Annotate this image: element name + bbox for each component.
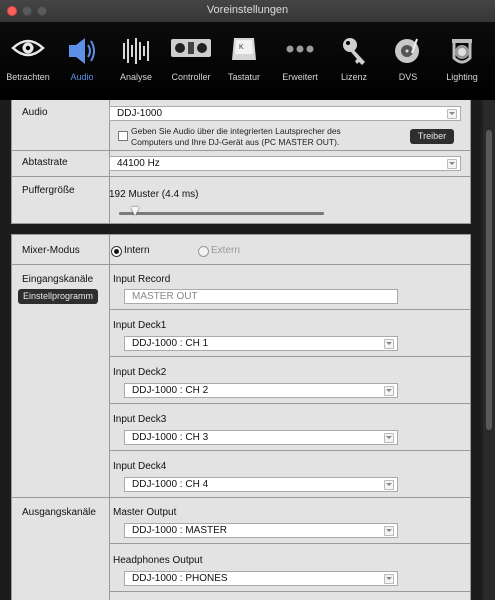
- buffer-size-value: 192 Muster (4.4 ms): [109, 189, 199, 200]
- keyboard-key-icon: K: [224, 36, 264, 72]
- tab-audio[interactable]: Audio: [62, 22, 102, 100]
- sample-rate-label: Abtastrate: [22, 157, 68, 168]
- chevron-down-icon: [447, 159, 457, 169]
- mixer-mode-internal-label: Intern: [124, 245, 150, 256]
- tab-label: Betrachten: [6, 72, 50, 82]
- headphones-output-label: Headphones Output: [113, 555, 203, 566]
- tab-label: Analyse: [119, 72, 153, 82]
- headphones-output-select[interactable]: DDJ-1000 : PHONES: [124, 571, 398, 586]
- output-channels-label: Ausgangskanäle: [22, 507, 96, 518]
- preferences-toolbar: Betrachten Audio Analyse Controller K Ta…: [0, 22, 495, 100]
- tab-betrachten[interactable]: Betrachten: [6, 22, 50, 100]
- input-record-label: Input Record: [113, 274, 171, 285]
- input-record-field[interactable]: MASTER OUT: [124, 289, 398, 304]
- tab-label: Audio: [70, 72, 94, 82]
- channels-panel: Mixer-Modus Intern Extern Eingangskanäle…: [11, 234, 471, 600]
- key-icon: [334, 36, 374, 72]
- window-title: Voreinstellungen: [206, 4, 289, 16]
- tab-label: Lizenz: [340, 72, 367, 82]
- chevron-down-icon: [384, 386, 394, 396]
- tab-erweitert[interactable]: Erweitert: [280, 22, 320, 100]
- pc-master-out-checkbox[interactable]: [118, 131, 128, 141]
- master-output-label: Master Output: [113, 507, 177, 518]
- master-output-select[interactable]: DDJ-1000 : MASTER: [124, 523, 398, 538]
- chevron-down-icon: [384, 526, 394, 536]
- buffer-size-slider-thumb[interactable]: [131, 207, 140, 216]
- audio-device-select[interactable]: DDJ-1000: [109, 106, 461, 121]
- audio-device-panel: Audio DDJ-1000 Geben Sie Audio über die …: [11, 100, 471, 224]
- chevron-down-icon: [384, 433, 394, 443]
- input-deck1-label: Input Deck1: [113, 320, 167, 331]
- buffer-size-slider-track[interactable]: [119, 212, 324, 215]
- vertical-scrollbar[interactable]: [483, 100, 495, 600]
- chevron-down-icon: [384, 574, 394, 584]
- driver-button[interactable]: Treiber: [410, 129, 454, 144]
- chevron-down-icon: [447, 109, 457, 119]
- moving-head-light-icon: [442, 36, 482, 72]
- three-dots-icon: [280, 36, 320, 72]
- tab-label: Erweitert: [282, 72, 318, 82]
- tab-label: Lighting: [446, 72, 478, 82]
- tab-dvs[interactable]: DVS: [388, 22, 428, 100]
- input-deck1-select[interactable]: DDJ-1000 : CH 1: [124, 336, 398, 351]
- preferences-content: Audio DDJ-1000 Geben Sie Audio über die …: [0, 100, 481, 600]
- input-deck2-label: Input Deck2: [113, 367, 167, 378]
- tab-label: Tastatur: [227, 72, 260, 82]
- mixer-mode-external-label: Extern: [211, 245, 240, 256]
- input-channels-label: Eingangskanäle: [22, 274, 94, 285]
- input-deck3-label: Input Deck3: [113, 414, 167, 425]
- tab-controller[interactable]: Controller: [168, 22, 214, 100]
- tab-analyse[interactable]: Analyse: [116, 22, 156, 100]
- svg-text:K: K: [239, 44, 244, 51]
- eye-icon: [6, 36, 50, 72]
- mixer-mode-external-radio[interactable]: [198, 246, 209, 257]
- input-deck3-select[interactable]: DDJ-1000 : CH 3: [124, 430, 398, 445]
- tab-lizenz[interactable]: Lizenz: [334, 22, 374, 100]
- window-titlebar: Voreinstellungen: [0, 0, 495, 23]
- scrollbar-thumb[interactable]: [486, 130, 492, 430]
- input-deck4-select[interactable]: DDJ-1000 : CH 4: [124, 477, 398, 492]
- input-deck4-label: Input Deck4: [113, 461, 167, 472]
- pc-master-out-label: Geben Sie Audio über die integrierten La…: [131, 126, 341, 147]
- tab-tastatur[interactable]: K Tastatur: [224, 22, 264, 100]
- chevron-down-icon: [384, 339, 394, 349]
- tab-lighting[interactable]: Lighting: [442, 22, 482, 100]
- tab-label: DVS: [398, 72, 418, 82]
- speaker-icon: [62, 36, 102, 72]
- setup-utility-button[interactable]: Einstellprogramm: [18, 289, 98, 304]
- audio-label: Audio: [22, 107, 48, 118]
- mixer-mode-label: Mixer-Modus: [22, 245, 80, 256]
- chevron-down-icon: [384, 480, 394, 490]
- waveform-icon: [116, 36, 156, 72]
- buffer-size-label: Puffergröße: [22, 185, 75, 196]
- input-deck2-select[interactable]: DDJ-1000 : CH 2: [124, 383, 398, 398]
- turntable-icon: [388, 36, 428, 72]
- mixer-mode-internal-radio[interactable]: [111, 246, 122, 257]
- controller-icon: [168, 36, 214, 72]
- sample-rate-select[interactable]: 44100 Hz: [109, 156, 461, 171]
